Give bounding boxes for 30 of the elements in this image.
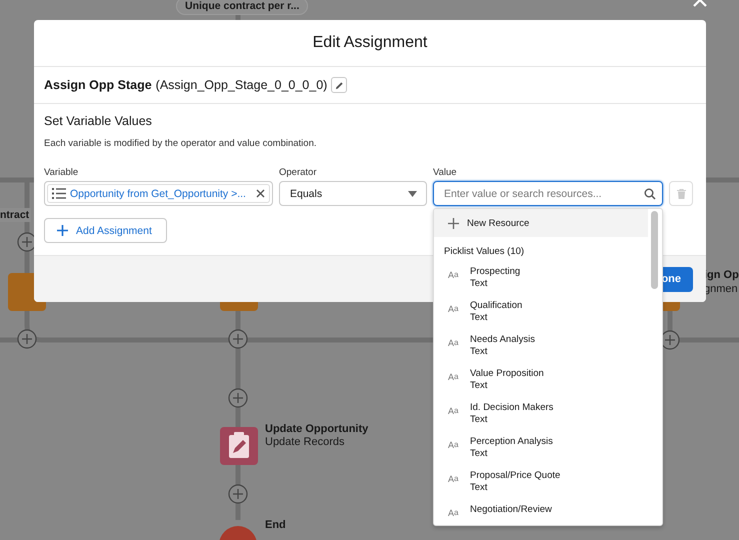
- close-icon[interactable]: [692, 0, 708, 8]
- edit-button[interactable]: [331, 77, 348, 93]
- node-label: ntract: [0, 208, 32, 222]
- section-title: Set Variable Values: [44, 114, 153, 128]
- remove-icon[interactable]: [256, 189, 265, 198]
- scrollbar[interactable]: [651, 211, 658, 289]
- list-icon: [52, 188, 66, 199]
- trash-icon: [676, 188, 686, 198]
- modal-title: Edit Assignment: [312, 34, 428, 52]
- field-label: Operator: [279, 167, 318, 178]
- api-name: (Assign_Opp_Stage_0_0_0_0): [156, 78, 328, 92]
- element-label: Assign Opp Stage: [44, 78, 152, 92]
- description-text: Each variable is modified by the operator and value combination.: [44, 138, 318, 149]
- search-icon: [644, 188, 656, 200]
- node-subtitle: Update Records: [265, 436, 344, 448]
- update-records-icon[interactable]: [220, 427, 258, 465]
- decision-label: Unique contract per r...: [176, 0, 308, 15]
- node-title: End: [265, 519, 286, 531]
- caret-icon: [408, 190, 417, 196]
- plus-icon: [57, 225, 68, 236]
- new-resource-option[interactable]: New Resource: [434, 209, 648, 237]
- field-label: Value: [433, 167, 458, 178]
- group-heading: Picklist Values (10): [443, 245, 526, 259]
- field-label: Variable: [44, 167, 80, 178]
- plus-icon: [448, 218, 459, 228]
- operator-select[interactable]: Equals: [279, 181, 427, 206]
- pencil-icon: [334, 80, 344, 90]
- node-title: Update Opportunity: [265, 423, 368, 435]
- add-assignment-button[interactable]: Add Assignment: [44, 218, 167, 243]
- end-node-icon[interactable]: [219, 526, 257, 540]
